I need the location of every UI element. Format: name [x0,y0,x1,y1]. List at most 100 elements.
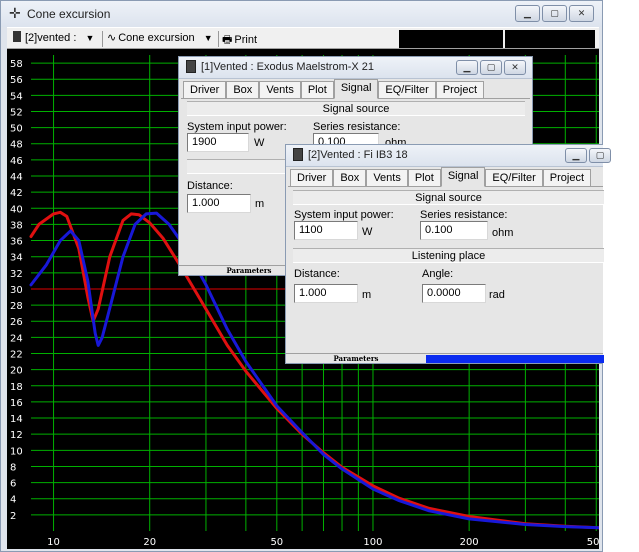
close-button[interactable]: ✕ [569,5,594,22]
minimize-icon: ▁ [463,62,471,72]
dialog-2-tabs: Driver Box Vents Plot Signal EQ/Filter Project [290,167,592,187]
power-unit: W [254,137,265,149]
document-icon [293,148,303,161]
y-tick-label: 28 [10,301,23,312]
tab-driver[interactable]: Driver [290,169,334,187]
x-tick-label: 10 [47,537,60,548]
series-resistance-label: Series resistance: [420,209,508,221]
maximize-button[interactable]: ▢ [542,5,567,22]
y-tick-label: 4 [10,495,16,506]
wave-icon: ∿ [107,32,117,44]
series-resistance-unit: ohm [492,227,514,239]
y-tick-label: 18 [10,382,23,393]
listening-place-header: Listening place [293,248,604,263]
y-tick-label: 46 [10,156,23,167]
y-tick-label: 34 [10,253,23,264]
tab-box[interactable]: Box [333,169,367,187]
tab-vents[interactable]: Vents [259,81,301,99]
tab-plot[interactable]: Plot [300,81,334,99]
tab-eq-filter[interactable]: EQ/Filter [485,169,543,187]
signal-source-header: Signal source [187,101,525,116]
toolbar: [2]vented : ▼ ∿ Cone excursion ▼ 🖶 Print [7,27,599,49]
maximize-icon: ▢ [595,150,605,160]
x-tick-label: 500 [587,537,599,548]
minimize-icon: ▁ [572,150,580,160]
power-input[interactable]: 1900 [187,133,249,152]
series-resistance-input[interactable]: 0.100 [420,221,488,240]
angle-input[interactable]: 0.0000 [422,284,486,303]
tab-plot[interactable]: Plot [407,169,441,187]
angle-label: Angle: [422,268,454,280]
tab-signal[interactable]: Signal [333,79,379,99]
project-selector[interactable]: [2]vented : ▼ [13,31,94,44]
document-icon [186,60,196,73]
x-tick-label: 50 [270,537,283,548]
tab-box[interactable]: Box [226,81,260,99]
dialog-1-title: [1]Vented : Exodus Maelstrom-X 21 [201,61,375,73]
y-tick-label: 8 [10,462,16,473]
distance-unit: m [362,289,372,301]
x-tick-label: 100 [363,537,382,548]
cross-icon: ✛ [9,5,21,21]
y-tick-label: 10 [10,446,23,457]
y-tick-label: 2 [10,511,16,522]
dialog-2-titlebar[interactable]: [2]Vented : Fi IB3 18 ▁ ▢ [286,145,611,167]
power-label: System input power: [187,121,287,133]
main-titlebar[interactable]: ✛ Cone excursion ▁ ▢ ✕ [1,1,602,27]
distance-input[interactable]: 1.000 [187,194,251,213]
close-icon: ✕ [577,8,586,18]
document-icon [13,31,21,42]
tab-vents[interactable]: Vents [366,169,408,187]
tab-project[interactable]: Project [435,81,485,99]
angle-unit: rad [489,289,505,301]
minimize-button[interactable]: ▁ [515,5,540,22]
y-tick-label: 16 [10,398,23,409]
y-tick-label: 12 [10,430,23,441]
project-selector-label: [2]vented : [25,32,77,44]
progress-bar [426,355,604,363]
power-unit: W [362,226,373,238]
tab-eq-filter[interactable]: EQ/Filter [378,81,436,99]
y-tick-label: 30 [10,285,23,296]
close-icon: ✕ [511,62,519,72]
tab-driver[interactable]: Driver [183,81,227,99]
dialog-2-title: [2]Vented : Fi IB3 18 [308,149,408,161]
x-tick-label: 200 [460,537,479,548]
dropdown-arrow-icon: ▼ [85,33,95,43]
distance-input[interactable]: 1.000 [294,284,358,303]
dropdown-arrow-icon: ▼ [203,33,213,43]
chart-type-selector[interactable]: ∿ Cone excursion ▼ [107,31,213,44]
dialog-1-titlebar[interactable]: [1]Vented : Exodus Maelstrom-X 21 ▁ ▢ ✕ [179,57,532,79]
dialog-2-statusbar: Parameters [286,353,604,363]
y-tick-label: 44 [10,172,23,183]
power-input[interactable]: 1100 [294,221,358,240]
y-tick-label: 24 [10,333,23,344]
y-tick-label: 38 [10,220,23,231]
distance-label: Distance: [294,268,340,280]
printer-icon: 🖶 [222,34,233,46]
y-tick-label: 14 [10,414,23,425]
y-tick-label: 52 [10,107,23,118]
tab-project[interactable]: Project [542,169,592,187]
y-tick-label: 42 [10,188,23,199]
y-tick-label: 48 [10,140,23,151]
y-tick-label: 32 [10,269,23,280]
close-button[interactable]: ✕ [504,60,526,75]
y-tick-label: 56 [10,75,23,86]
readout-box-1 [399,30,503,48]
minimize-button[interactable]: ▁ [456,60,478,75]
print-button[interactable]: 🖶 Print [222,31,257,50]
x-tick-label: 20 [143,537,156,548]
maximize-button[interactable]: ▢ [480,60,502,75]
maximize-button[interactable]: ▢ [589,148,611,163]
distance-unit: m [255,198,265,210]
tab-signal[interactable]: Signal [440,167,486,187]
chart-type-label: Cone excursion [118,32,195,44]
minimize-button[interactable]: ▁ [565,148,587,163]
distance-label: Distance: [187,180,233,192]
dialog-2: [2]Vented : Fi IB3 18 ▁ ▢ Driver Box Vents… [285,144,611,364]
y-tick-label: 58 [10,59,23,70]
y-tick-label: 40 [10,204,23,215]
readout-box-2 [505,30,595,48]
print-label: Print [234,34,258,46]
